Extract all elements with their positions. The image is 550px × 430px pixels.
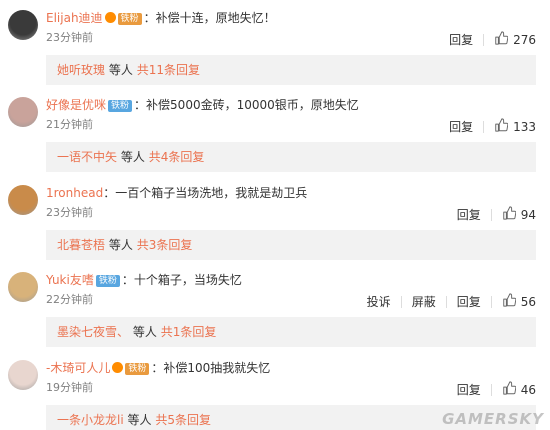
replies-summary[interactable]: 她听玫瑰 等人 共11条回复 xyxy=(46,55,536,85)
comment-text: 十个箱子，当场失忆 xyxy=(133,273,242,287)
like-button[interactable]: 46 xyxy=(492,381,536,398)
comment-header: 好像是优咪 铁粉 ：补偿5000金砖，10000银币，原地失忆 xyxy=(46,97,359,113)
reply-count-link[interactable]: 共3条回复 xyxy=(137,238,193,252)
colon: ： xyxy=(151,361,164,375)
like-count: 94 xyxy=(520,207,536,222)
comment-item: Elijah迪迪 铁粉 ：补偿十连，原地失忆！ 23分钟前 回复 276 她听玫瑰 等人 共… xyxy=(0,0,550,87)
fan-badge: 铁粉 xyxy=(125,363,150,375)
avatar[interactable] xyxy=(8,360,38,390)
replies-summary[interactable]: 一语不中矢 等人 共4条回复 xyxy=(46,142,536,172)
comment-actions: 回复 276 xyxy=(439,31,536,48)
comment-actions: 投诉 屏蔽 回复 56 xyxy=(357,293,536,310)
reply-suffix: 等人 xyxy=(132,325,157,339)
avatar[interactable] xyxy=(8,272,38,302)
thumbs-up-icon xyxy=(494,31,513,48)
thumbs-up-icon xyxy=(494,118,513,135)
reply-count-link[interactable]: 共4条回复 xyxy=(149,150,205,164)
comment-actions: 回复 94 xyxy=(447,206,536,223)
comment-item: 好像是优咪 铁粉 ：补偿5000金砖，10000银币，原地失忆 21分钟前 回复 133 一… xyxy=(0,87,550,174)
comment-item: 1ronhead：一百个箱子当场洗地，我就是劫卫兵 23分钟前 回复 94 北暮苍梧 等… xyxy=(0,175,550,262)
action-block-button[interactable]: 屏蔽 xyxy=(402,295,446,309)
fan-badge: 铁粉 xyxy=(117,13,142,25)
reply-username[interactable]: 一条小龙龙li xyxy=(57,413,124,427)
avatar[interactable] xyxy=(8,10,38,40)
avatar[interactable] xyxy=(8,97,38,127)
thumbs-up-icon xyxy=(502,293,521,310)
reply-count-link[interactable]: 共1条回复 xyxy=(161,325,217,339)
fan-badge: 铁粉 xyxy=(95,275,120,287)
username-link[interactable]: -木琦可人儿 xyxy=(46,361,110,375)
like-button[interactable]: 94 xyxy=(492,206,536,223)
thumbs-up-icon xyxy=(502,381,521,398)
comment-header: Yuki友嗜 铁粉 ：十个箱子，当场失忆 xyxy=(46,272,242,288)
username-link[interactable]: 好像是优咪 xyxy=(46,98,106,112)
colon: ： xyxy=(134,98,147,112)
like-button[interactable]: 56 xyxy=(492,293,536,310)
like-button[interactable]: 133 xyxy=(484,118,536,135)
reply-username[interactable]: 北暮苍梧 xyxy=(57,238,105,252)
comment-actions: 回复 133 xyxy=(439,118,536,135)
replies-summary[interactable]: 墨染七夜雪、 等人 共1条回复 xyxy=(46,317,536,347)
reply-username[interactable]: 一语不中矢 xyxy=(57,150,117,164)
colon: ： xyxy=(121,273,134,287)
reply-count-link[interactable]: 共5条回复 xyxy=(155,413,211,427)
action-reply-button[interactable]: 回复 xyxy=(439,33,483,47)
comment-time: 23分钟前 xyxy=(46,31,93,44)
like-button[interactable]: 276 xyxy=(484,31,536,48)
comment-time: 22分钟前 xyxy=(46,293,93,306)
comment-text: 补偿5000金砖，10000银币，原地失忆 xyxy=(146,98,359,112)
comment-header: Elijah迪迪 铁粉 ：补偿十连，原地失忆！ xyxy=(46,10,276,26)
colon: ： xyxy=(143,11,156,25)
comment-header: 1ronhead：一百个箱子当场洗地，我就是劫卫兵 xyxy=(46,185,307,201)
comment-item: Yuki友嗜 铁粉 ：十个箱子，当场失忆 22分钟前 投诉 屏蔽 回复 56 墨染七夜雪、 等人… xyxy=(0,262,550,349)
action-report-button[interactable]: 投诉 xyxy=(357,295,401,309)
action-reply-button[interactable]: 回复 xyxy=(447,208,491,222)
username-link[interactable]: 1ronhead xyxy=(46,186,103,200)
reply-suffix: 等人 xyxy=(127,413,152,427)
action-reply-button[interactable]: 回复 xyxy=(447,383,491,397)
comment-text: 一百个箱子当场洗地，我就是劫卫兵 xyxy=(115,186,308,200)
like-count: 46 xyxy=(520,382,536,397)
thumbs-up-icon xyxy=(502,206,521,223)
avatar[interactable] xyxy=(8,185,38,215)
action-reply-button[interactable]: 回复 xyxy=(439,120,483,134)
comment-header: -木琦可人儿 铁粉 ：补偿100抽我就失忆 xyxy=(46,360,270,376)
comment-actions: 回复 46 xyxy=(447,381,536,398)
comment-time: 21分钟前 xyxy=(46,118,93,131)
username-link[interactable]: Elijah迪迪 xyxy=(46,11,103,25)
reply-suffix: 等人 xyxy=(108,63,133,77)
reply-suffix: 等人 xyxy=(108,238,133,252)
fan-badge: 铁粉 xyxy=(108,100,133,112)
username-link[interactable]: Yuki友嗜 xyxy=(46,273,94,287)
colon: ： xyxy=(103,186,116,200)
vip-icon xyxy=(112,362,124,373)
replies-summary[interactable]: 北暮苍梧 等人 共3条回复 xyxy=(46,230,536,260)
reply-suffix: 等人 xyxy=(120,150,145,164)
reply-username[interactable]: 她听玫瑰 xyxy=(57,63,105,77)
like-count: 276 xyxy=(513,32,536,47)
comment-text: 补偿100抽我就失忆 xyxy=(163,361,271,375)
comment-time: 23分钟前 xyxy=(46,206,93,219)
comment-time: 19分钟前 xyxy=(46,381,93,394)
vip-icon xyxy=(104,12,116,23)
action-reply-button[interactable]: 回复 xyxy=(447,295,491,309)
reply-count-link[interactable]: 共11条回复 xyxy=(137,63,200,77)
reply-username[interactable]: 墨染七夜雪、 xyxy=(57,325,129,339)
like-count: 133 xyxy=(513,119,536,134)
watermark-logo: GAMERSKY xyxy=(442,410,544,428)
comment-text: 补偿十连，原地失忆！ xyxy=(155,11,276,25)
like-count: 56 xyxy=(520,294,536,309)
